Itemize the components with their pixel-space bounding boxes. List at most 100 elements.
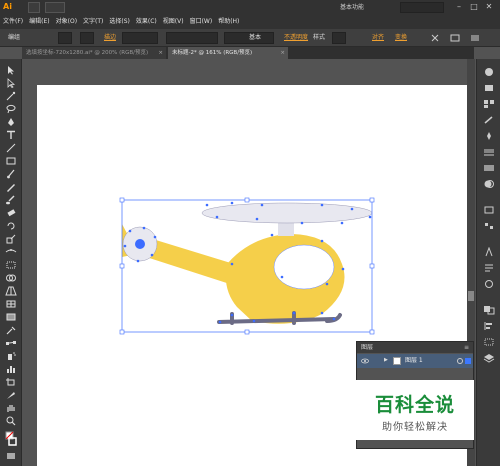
- stroke-link[interactable]: 描边: [104, 32, 116, 44]
- layer-thumbnail: [393, 357, 401, 365]
- symbols-panel-icon[interactable]: [483, 131, 495, 141]
- fill-stroke-swatches[interactable]: [5, 431, 17, 447]
- pencil-tool-icon[interactable]: [5, 182, 17, 192]
- stroke-weight-field[interactable]: [122, 32, 158, 44]
- close-icon[interactable]: ✕: [482, 1, 496, 13]
- panel-menu-icon[interactable]: [470, 32, 480, 44]
- align-panel-icon[interactable]: [483, 321, 495, 331]
- close-tab-icon[interactable]: ×: [158, 47, 163, 59]
- fill-swatch[interactable]: [58, 32, 72, 44]
- panel-menu-icon[interactable]: ≡: [464, 342, 469, 353]
- pathfinder-panel-icon[interactable]: [483, 305, 495, 315]
- symbol-sprayer-tool-icon[interactable]: [5, 351, 17, 361]
- menu-select[interactable]: 选择(S): [106, 15, 133, 29]
- perspective-grid-tool-icon[interactable]: [5, 286, 17, 296]
- rectangle-tool-icon[interactable]: [5, 156, 17, 166]
- slice-tool-icon[interactable]: [5, 390, 17, 400]
- artboard-tool-icon[interactable]: [5, 377, 17, 387]
- width-tool-icon[interactable]: [5, 247, 17, 257]
- drawing-mode-icon[interactable]: [5, 451, 17, 461]
- recolor-icon[interactable]: [450, 32, 460, 44]
- brush-definition[interactable]: 基本: [224, 32, 274, 44]
- layers-panel-icon[interactable]: [483, 353, 495, 363]
- paintbrush-tool-icon[interactable]: [5, 169, 17, 179]
- menu-window[interactable]: 窗口(W): [187, 15, 216, 29]
- color-guide-icon[interactable]: [483, 83, 495, 93]
- column-graph-tool-icon[interactable]: [5, 364, 17, 374]
- tab-label: 选填按坐标-720x1280.ai* @ 200% (RGB/预览): [26, 50, 149, 56]
- style-label: 样式: [313, 34, 326, 41]
- free-transform-tool-icon[interactable]: [5, 260, 17, 270]
- layers-panel-title: 图层: [361, 344, 374, 351]
- scale-tool-icon[interactable]: [5, 234, 17, 244]
- graphic-style-swatch[interactable]: [332, 32, 346, 44]
- eraser-tool-icon[interactable]: [5, 208, 17, 218]
- menu-object[interactable]: 对象(O): [53, 15, 80, 29]
- document-tab-bar: 选填按坐标-720x1280.ai* @ 200% (RGB/预览) × 未标题…: [22, 47, 474, 59]
- graphic-styles-panel-icon[interactable]: [483, 221, 495, 231]
- expand-arrow-icon[interactable]: ▶: [384, 357, 388, 363]
- transform-link[interactable]: 变换: [395, 32, 407, 44]
- search-field[interactable]: [400, 2, 444, 13]
- transform-panel-icon[interactable]: [483, 337, 495, 347]
- swatches-panel-icon[interactable]: [483, 99, 495, 109]
- layer-row[interactable]: ▶ 图层 1: [357, 354, 473, 368]
- blend-tool-icon[interactable]: [5, 338, 17, 348]
- direct-selection-tool-icon[interactable]: [5, 78, 17, 88]
- watermark: 百科全说 助你轻松解决: [356, 380, 474, 440]
- shape-builder-tool-icon[interactable]: [5, 273, 17, 283]
- target-icon[interactable]: [457, 358, 463, 364]
- stroke-swatch[interactable]: [80, 32, 94, 44]
- workspace-switcher[interactable]: 基本功能: [340, 2, 392, 13]
- menu-edit[interactable]: 编辑(E): [26, 15, 52, 29]
- paragraph-panel-icon[interactable]: [483, 263, 495, 273]
- helicopter-window: [273, 244, 335, 290]
- scrollbar-thumb[interactable]: [468, 291, 474, 301]
- opacity-link[interactable]: 不透明度: [284, 32, 308, 44]
- menu-type[interactable]: 文字(T): [80, 15, 106, 29]
- magic-wand-tool-icon[interactable]: [5, 91, 17, 101]
- visibility-eye-icon[interactable]: [361, 357, 369, 365]
- selection-tool-icon[interactable]: [5, 65, 17, 75]
- appearance-panel-icon[interactable]: [483, 205, 495, 215]
- hand-tool-icon[interactable]: [5, 403, 17, 413]
- menu-bar: 文件(F) 编辑(E) 对象(O) 文字(T) 选择(S) 效果(C) 视图(V…: [0, 15, 500, 29]
- zoom-tool-icon[interactable]: [5, 416, 17, 426]
- variable-width-profile[interactable]: [166, 32, 218, 44]
- pen-tool-icon[interactable]: [5, 117, 17, 127]
- bridge-button[interactable]: [28, 2, 40, 13]
- layer-name[interactable]: 图层 1: [405, 354, 423, 368]
- color-panel-icon[interactable]: [483, 67, 495, 77]
- menu-effect[interactable]: 效果(C): [133, 15, 160, 29]
- type-tool-icon[interactable]: [5, 130, 17, 140]
- isolate-icon[interactable]: [430, 32, 440, 44]
- minimize-icon[interactable]: –: [452, 1, 466, 13]
- menu-file[interactable]: 文件(F): [0, 15, 26, 29]
- brushes-panel-icon[interactable]: [483, 115, 495, 125]
- line-tool-icon[interactable]: [5, 143, 17, 153]
- tab-document-2[interactable]: 未标题-2* @ 161% (RGB/预览) ×: [168, 47, 288, 59]
- tab-document-1[interactable]: 选填按坐标-720x1280.ai* @ 200% (RGB/预览) ×: [22, 47, 166, 59]
- arrange-documents-button[interactable]: [45, 2, 65, 13]
- blob-brush-tool-icon[interactable]: [5, 195, 17, 205]
- tab-label: 未标题-2* @ 161% (RGB/预览): [172, 50, 253, 56]
- transparency-panel-icon[interactable]: [483, 179, 495, 189]
- gradient-tool-icon[interactable]: [5, 312, 17, 322]
- lasso-tool-icon[interactable]: [5, 104, 17, 114]
- stroke-panel-icon[interactable]: [483, 147, 495, 157]
- selection-indicator: [465, 358, 471, 364]
- main-rotor: [201, 202, 373, 224]
- eyedropper-tool-icon[interactable]: [5, 325, 17, 335]
- rotate-tool-icon[interactable]: [5, 221, 17, 231]
- mesh-tool-icon[interactable]: [5, 299, 17, 309]
- character-panel-icon[interactable]: [483, 247, 495, 257]
- align-link[interactable]: 对齐: [372, 32, 384, 44]
- opentype-panel-icon[interactable]: [483, 279, 495, 289]
- maximize-icon[interactable]: □: [467, 1, 481, 13]
- gradient-panel-icon[interactable]: [483, 163, 495, 173]
- layers-panel-header[interactable]: 图层 ≡: [357, 342, 473, 353]
- menu-view[interactable]: 视图(V): [160, 15, 187, 29]
- watermark-subtitle: 助你轻松解决: [382, 422, 448, 433]
- close-tab-icon[interactable]: ×: [280, 47, 285, 59]
- menu-help[interactable]: 帮助(H): [215, 15, 242, 29]
